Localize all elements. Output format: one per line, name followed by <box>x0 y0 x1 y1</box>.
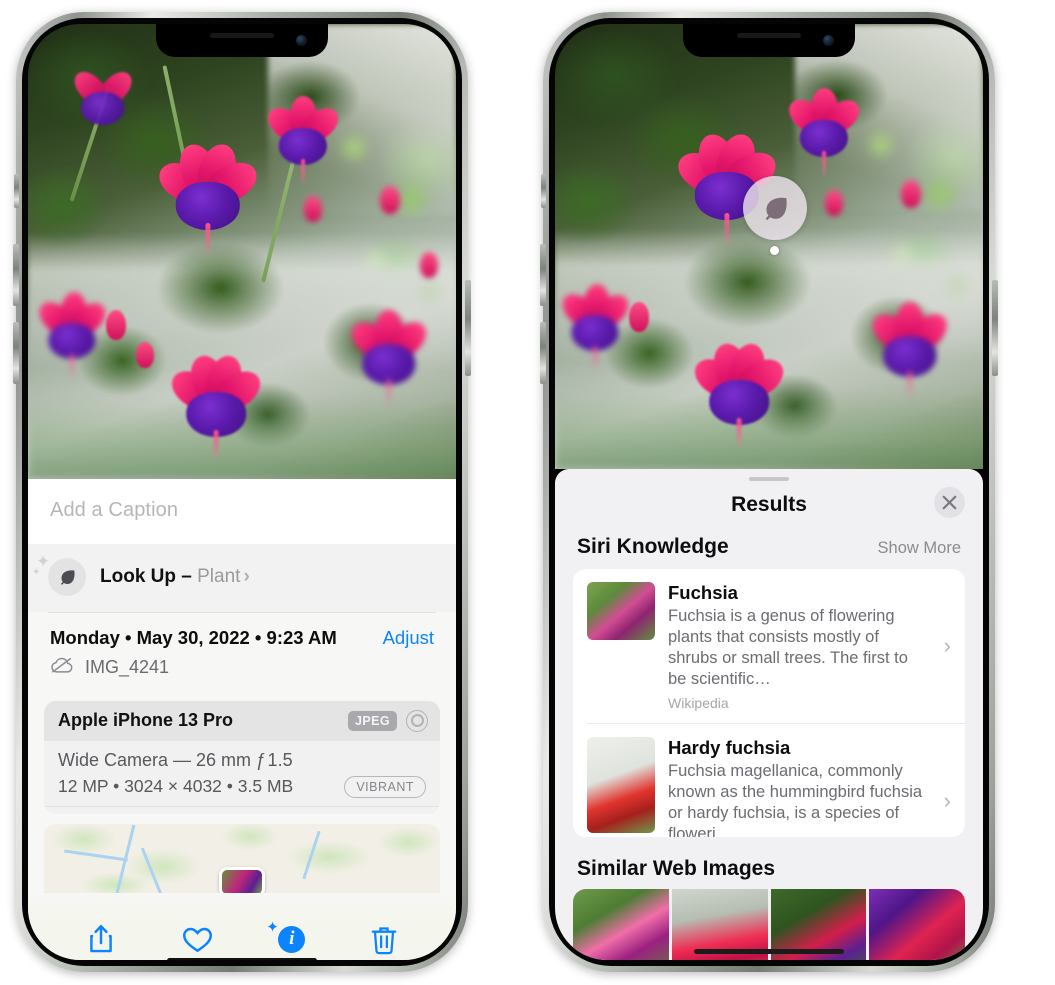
fuchsia-blossom <box>782 88 866 176</box>
fuchsia-blossom <box>556 283 635 370</box>
file-name: IMG_4241 <box>85 656 170 677</box>
location-map[interactable] <box>44 824 440 893</box>
list-item[interactable]: Fuchsia Fuchsia is a genus of flowering … <box>573 569 965 723</box>
fuchsia-blossom <box>68 64 138 128</box>
earpiece-speaker <box>210 33 274 38</box>
power-button[interactable] <box>465 280 471 376</box>
earpiece-speaker <box>737 33 801 38</box>
look-up-subject: Plant <box>197 566 241 587</box>
device-name: Apple iPhone 13 Pro <box>58 710 234 731</box>
visual-lookup-anchor-dot <box>770 246 779 255</box>
chevron-right-icon: › <box>943 633 951 659</box>
similar-web-images-header: Similar Web Images <box>555 837 983 889</box>
visual-lookup-badge[interactable] <box>743 176 807 240</box>
phone-right: Results Siri Knowledge Show More Fuchsia… <box>540 12 998 972</box>
show-more-button[interactable]: Show More <box>878 539 961 558</box>
close-button[interactable] <box>934 487 965 519</box>
info-button[interactable]: ✦ i <box>266 919 306 953</box>
power-button[interactable] <box>992 280 998 376</box>
delete-button[interactable] <box>370 924 398 955</box>
look-up-row[interactable]: ✦ ✦ Look Up – Plant › <box>28 544 456 612</box>
chevron-right-icon: › <box>243 566 250 587</box>
phone-screen-left: Add a Caption ✦ ✦ Look Up – Plant › Mond… <box>28 24 456 960</box>
leaf-icon <box>765 197 787 221</box>
fuchsia-blossom <box>344 310 434 406</box>
knowledge-card: Fuchsia Fuchsia is a genus of flowering … <box>573 569 965 837</box>
fuchsia-blossom <box>688 339 790 447</box>
result-title: Hardy fuchsia <box>668 737 791 759</box>
section-title: Similar Web Images <box>577 856 776 880</box>
list-item[interactable]: Hardy fuchsia Fuchsia magellanica, commo… <box>587 723 965 837</box>
front-camera-icon <box>823 35 834 46</box>
sparkle-icon: ✦ <box>266 918 279 936</box>
result-thumbnail <box>587 737 655 834</box>
info-icon: i <box>278 925 306 953</box>
volume-up-button[interactable] <box>540 244 546 306</box>
look-up-prefix: Look Up – <box>100 566 198 587</box>
photo-viewer[interactable] <box>555 24 983 469</box>
phone-left: Add a Caption ✦ ✦ Look Up – Plant › Mond… <box>13 12 471 972</box>
share-button[interactable] <box>86 923 116 955</box>
capture-date: Monday • May 30, 2022 • 9:23 AM <box>50 626 337 648</box>
mute-switch[interactable] <box>541 174 546 208</box>
icloud-slash-icon <box>50 656 74 679</box>
volume-down-button[interactable] <box>13 322 19 384</box>
sparkle-icon: ✦ <box>32 567 41 578</box>
favorite-button[interactable] <box>181 924 214 954</box>
exif-card[interactable]: Apple iPhone 13 Pro JPEG Wide Camera — 2… <box>44 700 440 815</box>
sheet-title: Results <box>731 493 807 517</box>
volume-down-button[interactable] <box>540 322 546 384</box>
web-image-thumbnail[interactable] <box>869 888 965 960</box>
web-image-thumbnail[interactable] <box>573 888 669 960</box>
exif-values-row: ISO 50 | 26 mm | 0 ev | ƒ1.5 | 1/181 s <box>44 805 440 814</box>
photo-viewer[interactable] <box>28 24 456 479</box>
phone-screen-right: Results Siri Knowledge Show More Fuchsia… <box>555 24 983 960</box>
home-indicator[interactable] <box>167 958 317 960</box>
photo-toolbar: ✦ i <box>28 892 456 960</box>
exif-card-header: Apple iPhone 13 Pro JPEG <box>44 700 440 741</box>
photo-info-sheet: Add a Caption ✦ ✦ Look Up – Plant › Mond… <box>28 479 456 960</box>
map-photo-pin[interactable] <box>219 866 265 893</box>
screenshot-stage: Add a Caption ✦ ✦ Look Up – Plant › Mond… <box>0 0 1055 985</box>
fuchsia-blossom <box>152 139 264 255</box>
mute-switch[interactable] <box>14 174 19 208</box>
exif-card-body: Wide Camera — 26 mm ƒ 1.5 12 MP • 3024 ×… <box>44 741 440 806</box>
front-camera-icon <box>296 35 307 46</box>
fuchsia-blossom <box>865 302 955 398</box>
look-up-label: Look Up – Plant › <box>100 566 250 588</box>
result-description: Fuchsia magellanica, commonly known as t… <box>668 762 923 837</box>
results-header: Results <box>555 481 983 533</box>
result-description: Fuchsia is a genus of flowering plants t… <box>668 607 908 689</box>
notch <box>156 24 328 57</box>
image-dimensions: 12 MP • 3024 × 4032 • 3.5 MB <box>58 776 294 797</box>
photographic-style-badge: VIBRANT <box>344 775 426 798</box>
adjust-button[interactable]: Adjust <box>383 627 434 649</box>
section-title: Siri Knowledge <box>577 535 729 559</box>
camera-lens-icon <box>406 709 428 732</box>
result-source: Wikipedia <box>668 695 729 712</box>
volume-up-button[interactable] <box>13 244 19 306</box>
siri-knowledge-header: Siri Knowledge Show More <box>555 533 983 569</box>
leaf-icon: ✦ ✦ <box>32 552 86 596</box>
chevron-right-icon: › <box>943 788 951 814</box>
notch <box>683 24 855 57</box>
fuchsia-blossom <box>261 96 345 184</box>
close-icon <box>942 495 957 510</box>
result-thumbnail <box>587 582 655 641</box>
home-indicator[interactable] <box>694 949 844 954</box>
format-badge: JPEG <box>348 710 397 731</box>
fuchsia-blossom <box>165 351 267 459</box>
caption-input[interactable]: Add a Caption <box>28 479 456 544</box>
lens-description: Wide Camera — 26 mm ƒ 1.5 <box>58 749 293 770</box>
capture-details: Monday • May 30, 2022 • 9:23 AM Adjust I… <box>28 612 456 689</box>
result-title: Fuchsia <box>668 582 738 604</box>
results-sheet: Results Siri Knowledge Show More Fuchsia… <box>555 469 983 960</box>
fuchsia-blossom <box>33 291 112 378</box>
